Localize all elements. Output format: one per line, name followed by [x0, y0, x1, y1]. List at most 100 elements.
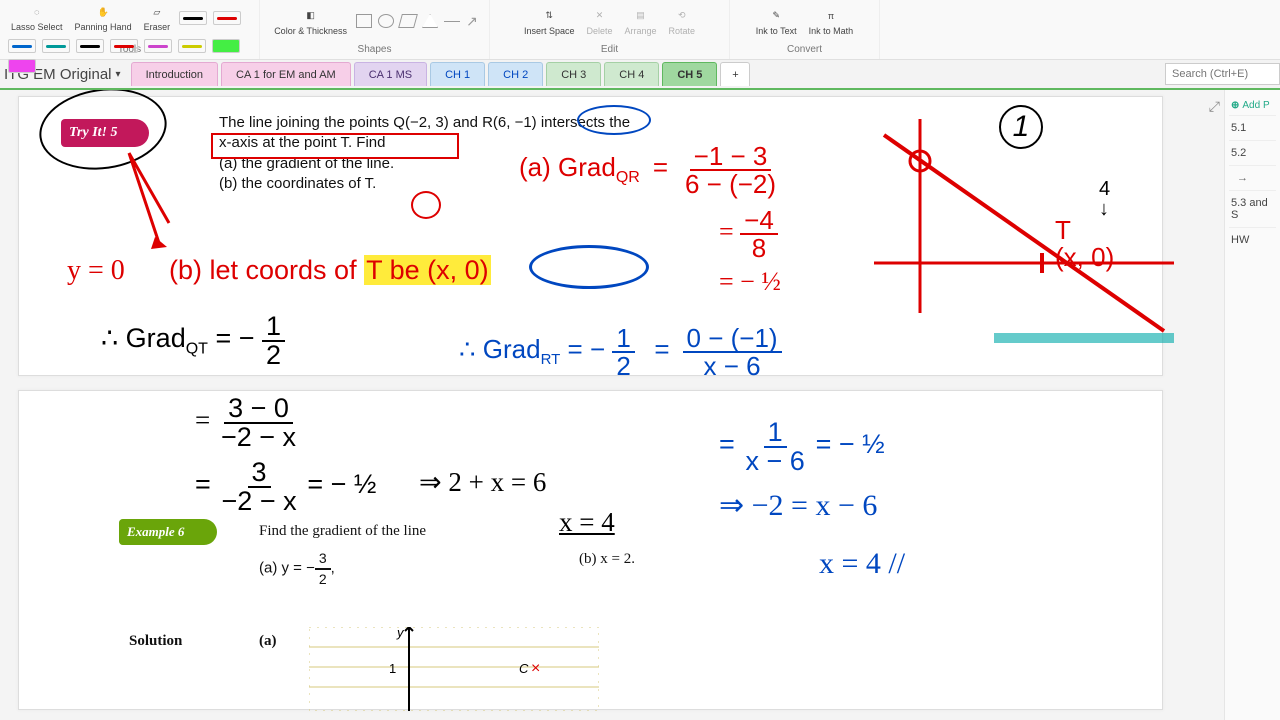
pen-red[interactable] [213, 11, 241, 25]
solution-a: (a) [259, 631, 277, 651]
palette-icon: ◧ [302, 7, 320, 25]
work-rt-step2: = 1x − 6 = − ½ [719, 419, 885, 475]
arrow-annotation [95, 149, 185, 269]
work-rt-imp: ⇒ −2 = x − 6 [719, 491, 877, 521]
svg-text:y: y [396, 627, 405, 640]
shape-rect[interactable] [356, 14, 372, 28]
page-item[interactable]: → [1229, 165, 1276, 190]
rotate-button[interactable]: ⟲Rotate [666, 6, 699, 37]
sketch-T: T(x, 0) [1055, 217, 1114, 271]
highlighter-pink[interactable] [8, 59, 36, 73]
tab-introduction[interactable]: Introduction [131, 62, 218, 86]
pen-teal[interactable] [42, 39, 70, 53]
annotation-box [211, 133, 459, 159]
delete-icon: ✕ [590, 7, 608, 25]
work-qt-frac: = 3 − 0−2 − x [195, 395, 300, 451]
example-b: (b) x = 2. [579, 549, 635, 569]
try-it-badge: Try It! 5 [61, 119, 149, 147]
ink-math-icon: π [822, 7, 840, 25]
page-canvas[interactable]: ⤢ Try It! 5 The line joining the points … [0, 90, 1224, 720]
example-badge: Example 6 [119, 519, 217, 545]
pen-blue[interactable] [8, 39, 36, 53]
work-a-ans: = − ½ [719, 269, 781, 295]
page-item[interactable]: 5.2 [1229, 140, 1276, 165]
shape-arrow[interactable]: ↗ [466, 13, 478, 30]
circle-T [411, 191, 441, 219]
ribbon-group-color: ◧Color & Thickness ↗ Shapes [260, 0, 490, 59]
shape-ellipse[interactable] [378, 14, 394, 28]
hand-icon: ✋ [94, 3, 112, 21]
arrange-button[interactable]: ▤Arrange [621, 6, 659, 37]
svg-text:C: C [519, 661, 529, 676]
lasso-select-button[interactable]: ◌Lasso Select [8, 2, 66, 33]
delete-button[interactable]: ✕Delete [583, 6, 615, 37]
tab-ch5[interactable]: CH 5 [662, 62, 717, 86]
tab-ca1-em-am[interactable]: CA 1 for EM and AM [221, 62, 351, 86]
chevron-down-icon: ▾ [116, 69, 121, 80]
circle-xy [529, 245, 649, 289]
ink-text-icon: ✎ [767, 7, 785, 25]
work-a-label: (a) GradQR = −1 − 36 − (−2) [519, 143, 780, 197]
ribbon-group-label-convert: Convert [787, 44, 822, 57]
titlebar: ITG EM Original ▾ Introduction CA 1 for … [0, 60, 1280, 90]
page-item[interactable]: 5.1 [1229, 115, 1276, 140]
work-qt-imp: ⇒ 2 + x = 6 [419, 469, 546, 496]
example-prompt: Find the gradient of the line [259, 521, 426, 541]
pen-yellow[interactable] [178, 39, 206, 53]
sketch-axes [874, 113, 1174, 343]
tab-ch1[interactable]: CH 1 [430, 62, 485, 86]
tab-ch4[interactable]: CH 4 [604, 62, 659, 86]
ans-x4-blue: x = 4 // [819, 549, 905, 579]
ribbon-group-tools: ◌Lasso Select ✋Panning Hand ▱Eraser Tool… [0, 0, 260, 59]
plus-icon: ⊕ [1231, 100, 1239, 111]
ribbon: ◌Lasso Select ✋Panning Hand ▱Eraser Tool… [0, 0, 1280, 60]
ribbon-group-edit: ⇅Insert Space ✕Delete ▤Arrange ⟲Rotate E… [490, 0, 730, 59]
tab-ch2[interactable]: CH 2 [488, 62, 543, 86]
page-list-panel: ⊕Add P 5.1 5.2 → 5.3 and S HW [1224, 90, 1280, 720]
work-a-step2: = −48 [719, 207, 778, 261]
highlighter-green[interactable] [212, 39, 240, 53]
fullscreen-icon[interactable]: ⤢ [1209, 98, 1220, 115]
add-page-button[interactable]: ⊕Add P [1229, 96, 1276, 115]
ink-to-math-button[interactable]: πInk to Math [806, 6, 857, 37]
note-container-2: = 3 − 0−2 − x = 3−2 − x = − ½ ⇒ 2 + x = … [18, 390, 1163, 710]
shape-parallelogram[interactable] [398, 14, 418, 28]
tab-add-button[interactable]: + [720, 62, 750, 86]
svg-text:×: × [531, 660, 540, 677]
shape-triangle[interactable] [422, 14, 438, 28]
svg-text:1: 1 [389, 661, 396, 676]
pen-black[interactable] [179, 11, 207, 25]
pen-black-2[interactable] [76, 39, 104, 53]
ribbon-group-label-edit: Edit [601, 44, 618, 57]
page-item[interactable]: 5.3 and S [1229, 190, 1276, 227]
circle-R [577, 105, 651, 135]
pen-red-2[interactable] [110, 39, 138, 53]
lasso-icon: ◌ [28, 3, 46, 21]
ribbon-group-label-shapes: Shapes [358, 44, 392, 57]
ans-x4: x = 4 [559, 509, 615, 536]
note-yzero: y = 0 [67, 257, 125, 285]
ribbon-group-convert: ✎Ink to Text πInk to Math Convert [730, 0, 880, 59]
eraser-icon: ▱ [148, 3, 166, 21]
page-item[interactable]: HW [1229, 227, 1276, 252]
rotate-icon: ⟲ [673, 7, 691, 25]
insert-space-button[interactable]: ⇅Insert Space [521, 6, 578, 37]
work-gradrt: ∴ GradRT = − 12 = 0 − (−1)x − 6 [459, 325, 782, 379]
arrange-icon: ▤ [632, 7, 650, 25]
solution-label: Solution [129, 631, 182, 651]
pen-pink[interactable] [144, 39, 172, 53]
ink-to-text-button[interactable]: ✎Ink to Text [753, 6, 800, 37]
color-thickness-button[interactable]: ◧Color & Thickness [271, 6, 350, 37]
search-input[interactable] [1165, 63, 1280, 85]
insert-space-icon: ⇅ [540, 7, 558, 25]
tab-ca1-ms[interactable]: CA 1 MS [354, 62, 427, 86]
shape-line[interactable] [444, 21, 460, 22]
workspace: ⤢ Try It! 5 The line joining the points … [0, 90, 1280, 720]
tab-ch3[interactable]: CH 3 [546, 62, 601, 86]
example-a: (a) y = −32, [259, 549, 335, 589]
eraser-button[interactable]: ▱Eraser [141, 2, 174, 33]
work-b-let: (b) let coords of T be (x, 0) [169, 257, 491, 284]
solution-grid: y 1 C × [309, 627, 599, 711]
panning-hand-button[interactable]: ✋Panning Hand [72, 2, 135, 33]
sketch-4: 4↓ [1099, 179, 1110, 219]
